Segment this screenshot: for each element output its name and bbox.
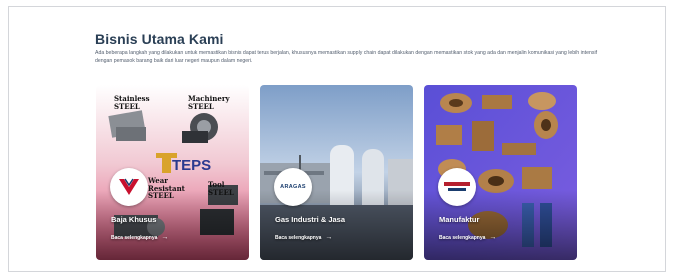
aragas-logo-text: ARAGAS [280,184,306,190]
card-title: Manufaktur [439,215,480,224]
card-gas-industri[interactable]: ARAGAS Gas Industri & Jasa Baca selengka… [260,85,413,260]
read-more-link[interactable]: Baca selengkapnya → [439,234,496,241]
card-logo-aragas: ARAGAS [274,168,312,206]
card-title: Gas Industri & Jasa [275,215,346,224]
card-baja-khusus[interactable]: Baja Khusus Baca selengkapnya → Stainles… [96,85,249,260]
read-more-label: Baca selengkapnya [439,234,486,241]
read-more-link[interactable]: Baca selengkapnya → [275,234,332,241]
arrow-right-icon: → [161,234,169,241]
steel-logo-icon [119,178,139,195]
arrow-right-icon: → [489,234,497,241]
card-logo-manufaktur [438,168,476,206]
read-more-label: Baca selengkapnya [275,234,322,241]
art-label-steel-2: STEEL [188,102,214,111]
art-label-steel-1: STEEL [114,102,140,111]
read-more-link[interactable]: Baca selengkapnya → [111,234,168,241]
art-label-steel-4: STEEL [208,188,234,197]
arrow-right-icon: → [325,234,333,241]
read-more-label: Baca selengkapnya [111,234,158,241]
page-frame: Bisnis Utama Kami Ada beberapa langkah y… [8,6,666,272]
company-logo-icon [444,182,470,191]
card-manufaktur[interactable]: Manufaktur Baca selengkapnya → [424,85,577,260]
card-logo-steel [110,168,148,206]
section-title: Bisnis Utama Kami [95,31,224,47]
art-label-steel-3: STEEL [148,191,174,200]
card-title: Baja Khusus [111,215,157,224]
teps-logo-text: TEPS [172,157,212,174]
section-description: Ada beberapa langkah yang dilakukan untu… [95,50,598,64]
